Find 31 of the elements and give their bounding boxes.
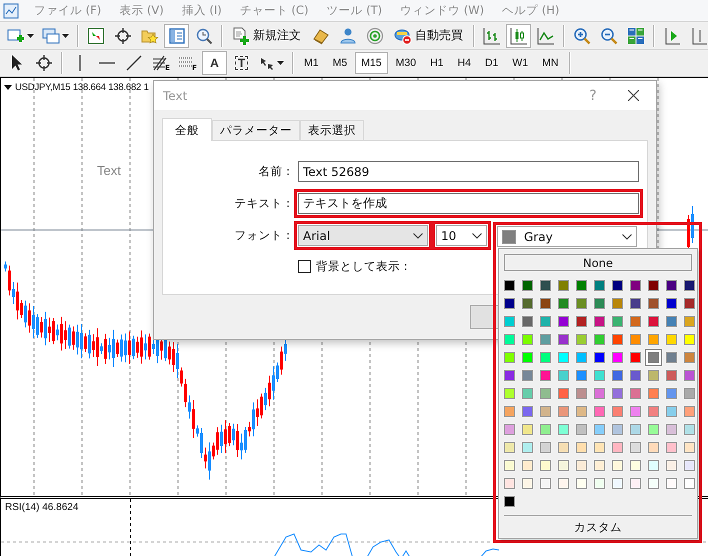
timeframe-button[interactable]: D1 xyxy=(478,52,504,74)
symbol-info: USDJPY,M15 138.664 138.682 1 xyxy=(15,82,149,93)
field-label: フォント : xyxy=(233,228,290,243)
none-button[interactable]: None xyxy=(504,254,692,271)
timeframe-button[interactable]: M15 xyxy=(355,52,388,74)
timeframe-button[interactable]: M30 xyxy=(390,52,422,74)
custom-color-button[interactable]: カスタム xyxy=(504,516,692,538)
timeframe-button[interactable]: M5 xyxy=(326,52,354,74)
dialog-title: Text xyxy=(163,88,188,102)
color-dropdown[interactable]: Gray xyxy=(497,226,637,247)
indicator-label: RSI(14) 46.8624 xyxy=(5,502,78,513)
timeframe-button[interactable]: W1 xyxy=(506,52,534,74)
timeframe-button[interactable]: MN xyxy=(536,52,564,74)
font-dropdown[interactable]: Arial xyxy=(298,225,428,246)
tool-button[interactable]: T xyxy=(229,51,254,75)
size-dropdown[interactable]: 10 xyxy=(436,225,487,246)
toolbar-text-button[interactable]: 新規注文 xyxy=(227,24,306,48)
tab[interactable]: 表示選択 xyxy=(300,120,364,140)
tab[interactable]: 全般 xyxy=(162,118,212,141)
timeframe-button[interactable]: M1 xyxy=(298,52,325,74)
checkbox-label: 背景として表示 : xyxy=(316,259,408,274)
timeframe-button[interactable]: H1 xyxy=(424,52,450,74)
toolbar-text-button[interactable]: 自動売買 xyxy=(389,24,468,48)
tab[interactable]: パラメーター xyxy=(212,120,300,140)
field-label: 名前 : xyxy=(257,164,290,179)
text-field[interactable]: Text 52689 xyxy=(298,161,639,182)
tool-button[interactable]: A xyxy=(202,51,227,75)
text-field[interactable]: テキストを作成 xyxy=(298,193,639,214)
timeframe-button[interactable]: H4 xyxy=(452,52,477,74)
chart-text-object[interactable]: Text xyxy=(97,163,121,178)
field-label: テキスト : xyxy=(233,196,290,211)
